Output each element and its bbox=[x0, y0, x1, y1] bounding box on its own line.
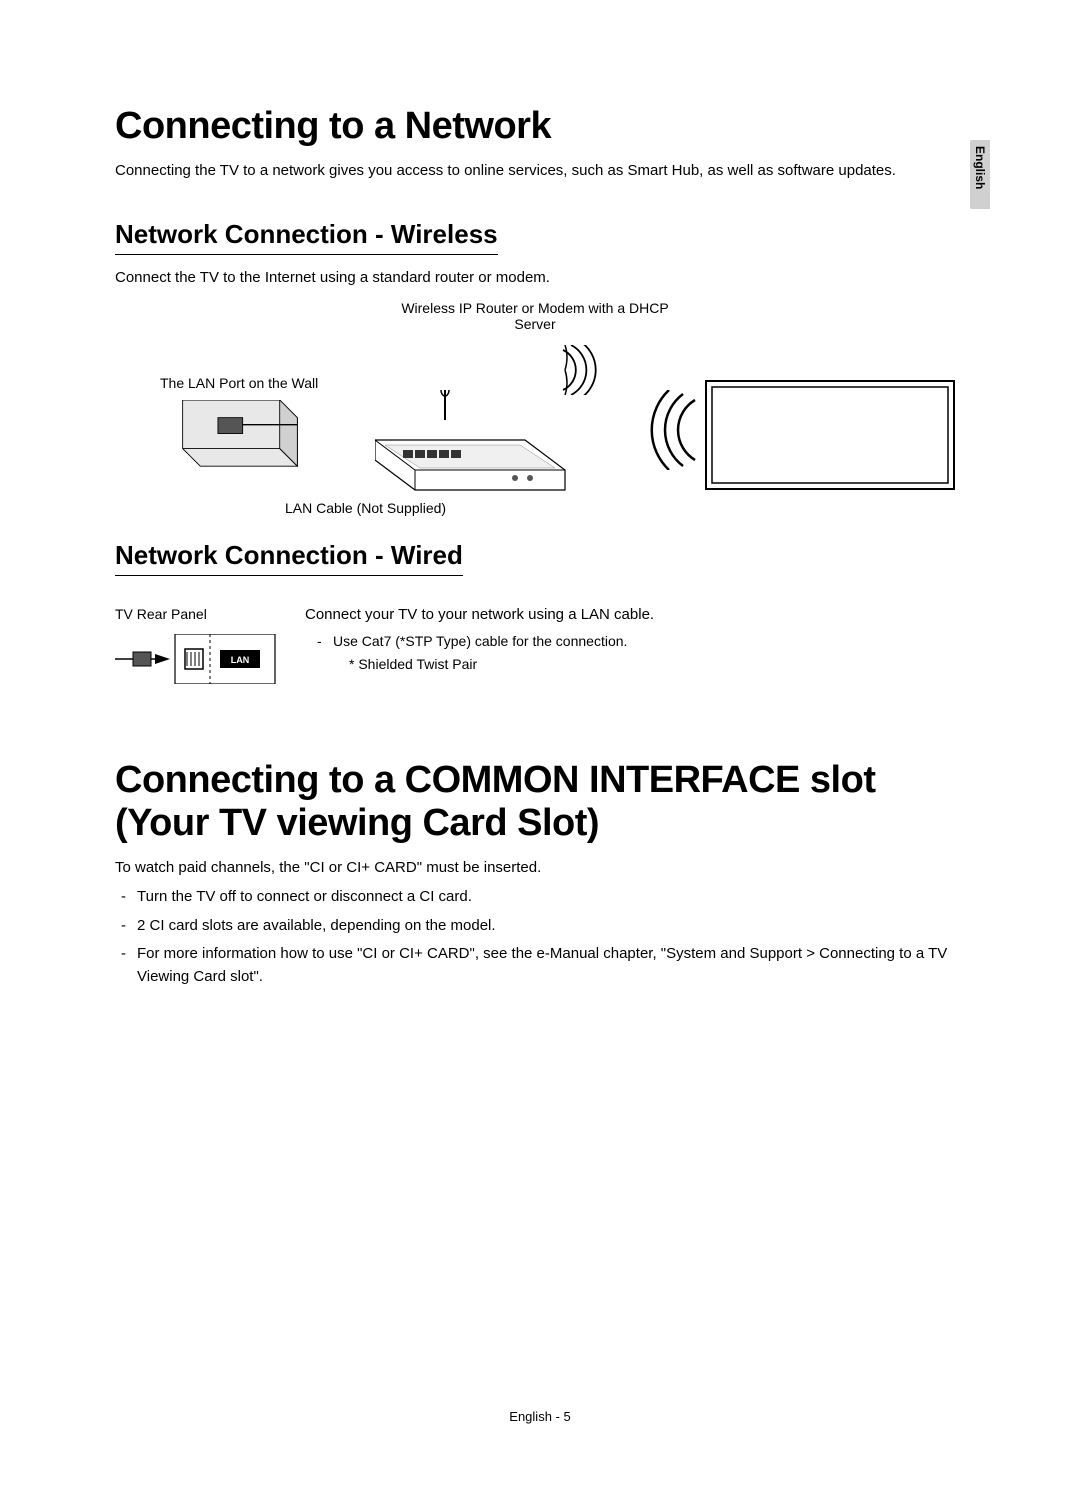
rear-panel-icon: LAN bbox=[115, 634, 285, 684]
wall-port-label: The LAN Port on the Wall bbox=[160, 375, 318, 391]
heading-wired: Network Connection - Wired bbox=[115, 540, 463, 576]
heading-connecting-network: Connecting to a Network bbox=[115, 105, 965, 148]
wired-bullet-cat7: Use Cat7 (*STP Type) cable for the conne… bbox=[317, 631, 965, 652]
router-label: Wireless IP Router or Modem with a DHCP … bbox=[395, 300, 675, 332]
wired-diagram: TV Rear Panel LAN bbox=[115, 606, 295, 689]
wireless-intro-text: Connect the TV to the Internet using a s… bbox=[115, 269, 965, 286]
router-icon bbox=[375, 390, 595, 500]
lan-badge-text: LAN bbox=[231, 655, 250, 665]
common-interface-section: Connecting to a COMMON INTERFACE slot (Y… bbox=[115, 759, 965, 988]
wifi-waves-right-icon bbox=[555, 345, 605, 395]
language-tab: English bbox=[970, 140, 990, 209]
tv-icon bbox=[705, 380, 955, 490]
ci-bullet-3: For more information how to use "CI or C… bbox=[115, 943, 965, 988]
wired-text-block: Connect your TV to your network using a … bbox=[295, 606, 965, 689]
wifi-waves-left-icon bbox=[645, 390, 705, 470]
wireless-diagram: Wireless IP Router or Modem with a DHCP … bbox=[115, 300, 965, 520]
wired-main-text: Connect your TV to your network using a … bbox=[305, 606, 965, 623]
ci-bullet-2: 2 CI card slots are available, depending… bbox=[115, 915, 965, 938]
page-footer: English - 5 bbox=[0, 1409, 1080, 1424]
heading-wireless: Network Connection - Wireless bbox=[115, 219, 498, 255]
rear-panel-label: TV Rear Panel bbox=[115, 606, 295, 622]
ci-bullet-1: Turn the TV off to connect or disconnect… bbox=[115, 886, 965, 909]
ci-intro-text: To watch paid channels, the "CI or CI+ C… bbox=[115, 859, 965, 876]
heading-common-interface: Connecting to a COMMON INTERFACE slot (Y… bbox=[115, 759, 965, 845]
wall-port-icon bbox=[175, 400, 305, 475]
network-intro-text: Connecting the TV to a network gives you… bbox=[115, 162, 965, 179]
page-content: Connecting to a Network Connecting the T… bbox=[0, 0, 1080, 988]
wired-section: Network Connection - Wired TV Rear Panel… bbox=[115, 540, 965, 689]
lan-cable-label: LAN Cable (Not Supplied) bbox=[285, 500, 446, 516]
wired-stp-note: * Shielded Twist Pair bbox=[305, 656, 965, 672]
